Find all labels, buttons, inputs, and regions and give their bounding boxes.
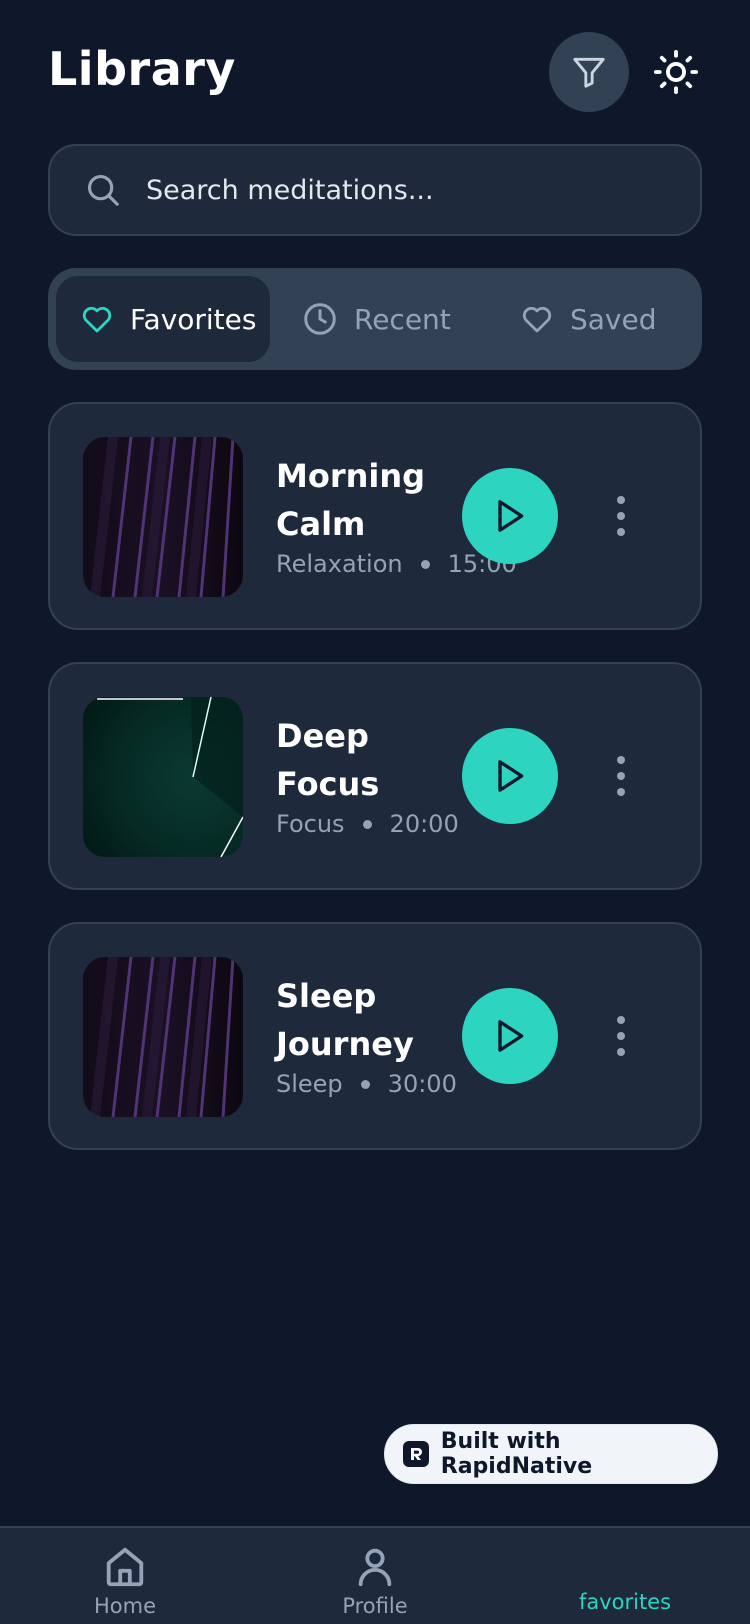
play-button[interactable] (462, 468, 558, 564)
sun-icon (653, 49, 699, 95)
play-icon (498, 760, 524, 792)
meditation-title: Sleep Journey (276, 977, 414, 1063)
header: Library (48, 32, 702, 112)
meditation-category: Sleep (276, 1070, 343, 1098)
library-screen: Library Search meditations... Favorites … (0, 0, 750, 1624)
meditation-thumbnail (83, 697, 243, 857)
more-dot (617, 772, 625, 780)
bottom-navigation: Home Profile favorites (0, 1526, 750, 1624)
more-dot (617, 1048, 625, 1056)
tab-label: Saved (570, 302, 657, 336)
tab-label: Recent (354, 302, 451, 336)
play-icon (498, 1020, 524, 1052)
theme-toggle-button[interactable] (652, 48, 700, 96)
play-button[interactable] (462, 988, 558, 1084)
meditation-thumbnail (83, 437, 243, 597)
filter-icon (573, 57, 605, 88)
tab-favorites[interactable]: Favorites (56, 276, 270, 362)
home-icon (106, 1547, 144, 1587)
filter-tabs: Favorites Recent Saved (48, 268, 702, 370)
more-dot (617, 756, 625, 764)
more-dot (617, 496, 625, 504)
more-dot (617, 512, 625, 520)
meditation-duration: 30:00 (387, 1070, 457, 1098)
filter-button[interactable] (549, 32, 629, 112)
tab-recent[interactable]: Recent (302, 276, 451, 362)
badge-label: Built with RapidNative (440, 1429, 593, 1479)
page-title: Library (48, 42, 236, 96)
meditation-meta: Focus 20:00 (276, 810, 459, 838)
meditation-category: Focus (276, 810, 345, 838)
meditation-duration: 20:00 (389, 810, 459, 838)
search-input[interactable] (146, 174, 666, 206)
more-dot (617, 1016, 625, 1024)
nav-label: Home (93, 1594, 156, 1618)
play-button[interactable] (462, 728, 558, 824)
more-options-button[interactable] (606, 492, 636, 540)
meditation-card[interactable]: Deep Focus Focus 20:00 (48, 662, 702, 890)
nav-label: favorites (578, 1590, 672, 1614)
separator-dot (362, 819, 372, 829)
clock-icon (304, 303, 336, 335)
separator-dot (420, 559, 430, 569)
built-with-badge[interactable]: Built with RapidNative (384, 1424, 718, 1484)
nav-profile[interactable]: Profile (275, 1544, 475, 1618)
meditation-thumbnail (83, 957, 243, 1117)
meditation-card[interactable]: Sleep Journey Sleep 30:00 (48, 922, 702, 1150)
play-icon (498, 500, 524, 532)
search-bar[interactable] (48, 144, 702, 236)
nav-home[interactable]: Home (25, 1544, 225, 1618)
more-options-button[interactable] (606, 1012, 636, 1060)
tab-label: Favorites (130, 302, 257, 336)
meditation-meta: Sleep 30:00 (276, 1070, 457, 1098)
heart-icon (82, 306, 112, 333)
heart-icon (522, 306, 552, 333)
more-options-button[interactable] (606, 752, 636, 800)
more-dot (617, 788, 625, 796)
meditation-card[interactable]: Morning Calm Relaxation 15:00 (48, 402, 702, 630)
search-icon (84, 171, 122, 209)
tab-saved[interactable]: Saved (520, 276, 657, 362)
meditation-category: Relaxation (276, 550, 403, 578)
more-dot (617, 1032, 625, 1040)
separator-dot (360, 1079, 370, 1089)
meditation-title: Deep Focus (276, 717, 380, 803)
user-icon (358, 1548, 392, 1587)
nav-label: Profile (342, 1594, 408, 1618)
nav-favorites[interactable]: favorites (525, 1590, 725, 1614)
more-dot (617, 528, 625, 536)
meditation-title: Morning Calm (276, 457, 426, 543)
rapidnative-logo-icon (403, 1441, 429, 1467)
